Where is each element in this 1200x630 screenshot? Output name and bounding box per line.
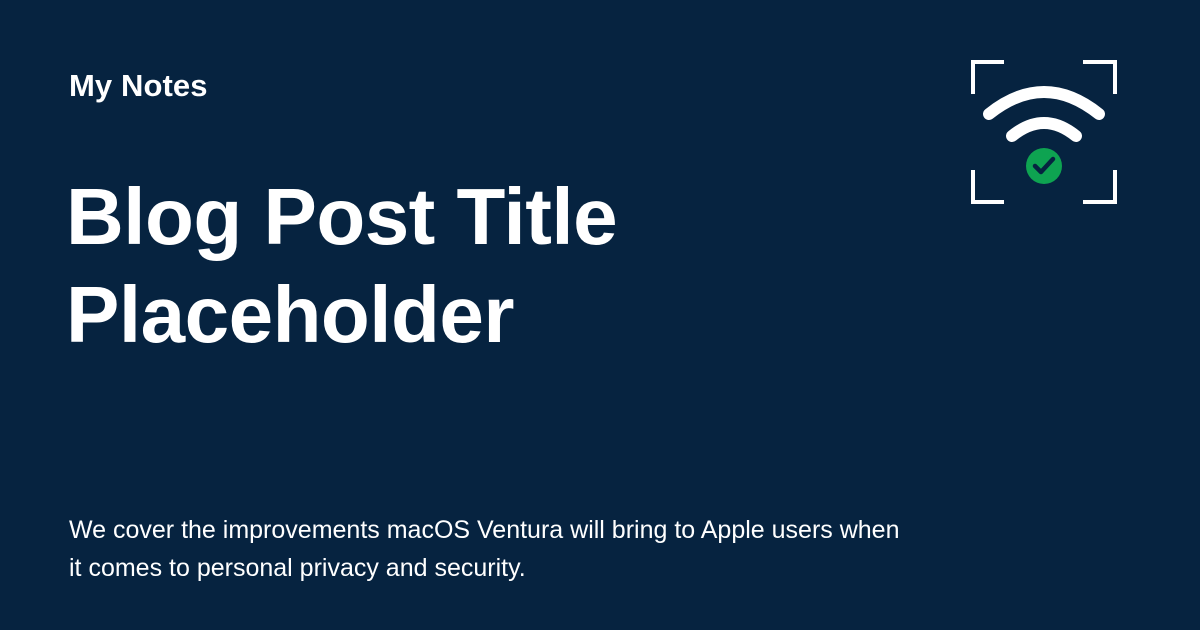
- site-name: My Notes: [69, 68, 208, 103]
- social-card: My Notes Blog Post Title Placeholder We …: [0, 0, 1200, 630]
- wifi-arcs: [983, 86, 1105, 142]
- post-description: We cover the improvements macOS Ventura …: [69, 516, 900, 582]
- post-title: Blog Post Title Placeholder: [66, 172, 618, 359]
- check-badge: [1026, 148, 1062, 184]
- wifi-check-icon: [970, 58, 1118, 206]
